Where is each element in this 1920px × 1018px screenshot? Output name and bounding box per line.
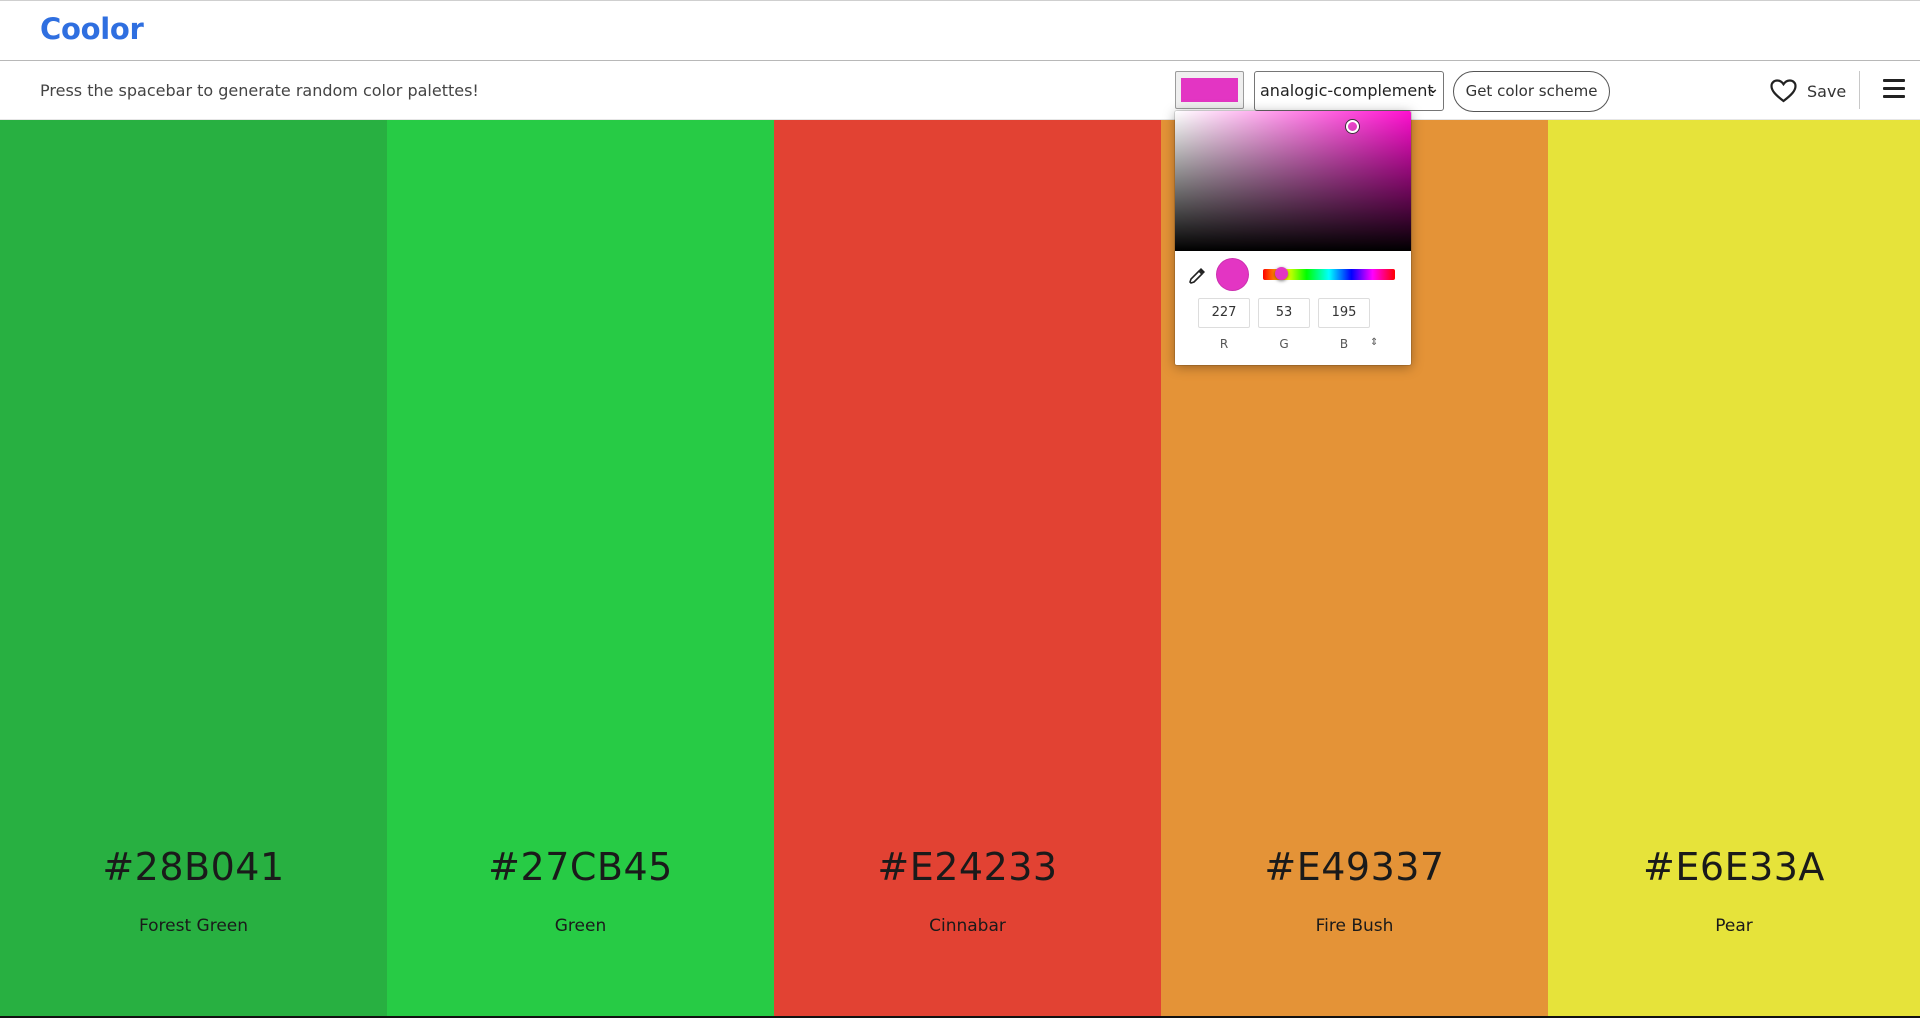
red-input[interactable]: 227 (1198, 298, 1250, 328)
palette-column[interactable]: #27CB45 Green (387, 120, 774, 1016)
color-preview-circle (1216, 258, 1249, 291)
selected-color-swatch (1181, 78, 1238, 102)
saturation-cursor[interactable] (1346, 120, 1359, 133)
chevron-down-icon: ⌄ (1427, 81, 1439, 97)
color-hex-code[interactable]: #28B041 (0, 845, 387, 889)
color-name: Pear (1715, 916, 1753, 936)
color-name: Fire Bush (1315, 916, 1394, 936)
color-name: Forest Green (138, 916, 249, 936)
saturation-value-area[interactable] (1175, 111, 1411, 251)
color-hex-code[interactable]: #27CB45 (387, 845, 774, 889)
color-palette: #28B041 Forest Green #27CB45 Green #E24233 Ci… (0, 120, 1920, 1016)
eyedropper-icon[interactable] (1187, 266, 1207, 286)
green-label: G (1279, 337, 1289, 351)
scheme-mode-select[interactable]: analogic-complement ⌄ (1254, 71, 1444, 111)
palette-column[interactable]: #E6E33A Pear (1548, 120, 1920, 1016)
color-hex-code[interactable]: #E49337 (1161, 845, 1548, 889)
get-color-scheme-button[interactable]: Get color scheme (1453, 71, 1610, 112)
toolbar-divider (1859, 71, 1860, 109)
color-name: Cinnabar (929, 916, 1006, 936)
color-picker-popover: 227 53 195 R G B ⇕ (1175, 111, 1411, 365)
save-label: Save (1807, 81, 1847, 101)
save-button[interactable]: Save (1770, 76, 1846, 106)
palette-column[interactable]: #E24233 Cinnabar (774, 120, 1161, 1016)
color-hex-code[interactable]: #E24233 (774, 845, 1161, 889)
format-toggle-icon[interactable]: ⇕ (1370, 337, 1378, 348)
hamburger-menu-icon[interactable] (1883, 79, 1905, 101)
heart-icon (1770, 79, 1797, 103)
scheme-mode-value: analogic-complement (1260, 81, 1434, 100)
color-name: Green (554, 916, 607, 936)
toolbar: Press the spacebar to generate random co… (0, 61, 1920, 120)
app-header: Coolor (0, 0, 1920, 61)
red-label: R (1219, 337, 1229, 351)
palette-column[interactable]: #28B041 Forest Green (0, 120, 387, 1016)
color-input-button[interactable] (1175, 71, 1244, 109)
green-input[interactable]: 53 (1258, 298, 1310, 328)
blue-label: B (1339, 337, 1349, 351)
hue-slider-thumb[interactable] (1275, 267, 1288, 280)
spacebar-hint: Press the spacebar to generate random co… (40, 81, 479, 100)
blue-input[interactable]: 195 (1318, 298, 1370, 328)
color-hex-code[interactable]: #E6E33A (1548, 845, 1920, 889)
app-logo[interactable]: Coolor (40, 12, 144, 46)
